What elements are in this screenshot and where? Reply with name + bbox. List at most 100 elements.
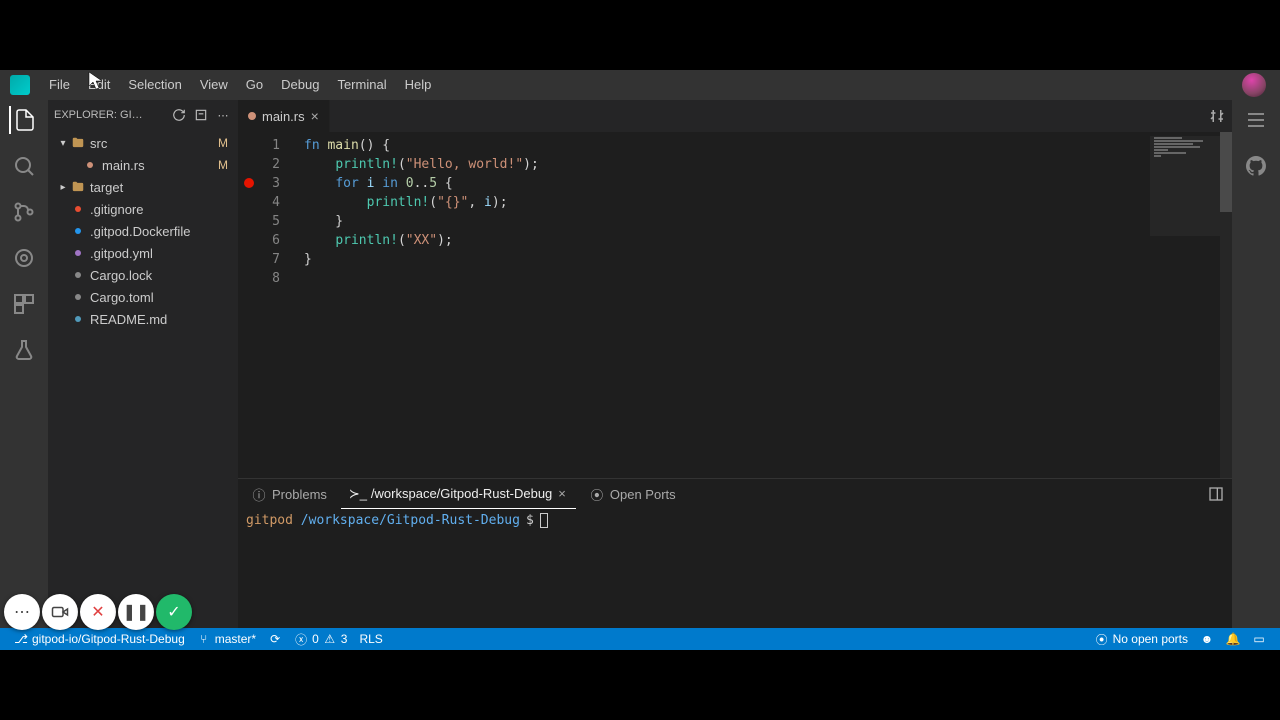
- tree-item-label: target: [90, 180, 238, 195]
- menu-go[interactable]: Go: [237, 70, 272, 100]
- minimap[interactable]: [1150, 136, 1220, 236]
- line-number[interactable]: 8: [238, 269, 298, 288]
- line-number[interactable]: 1: [238, 136, 298, 155]
- tab-terminal[interactable]: ≻_ /workspace/Gitpod-Rust-Debug ×: [341, 479, 576, 509]
- panel-tabs: ⓘ Problems ≻_ /workspace/Gitpod-Rust-Deb…: [238, 479, 1232, 509]
- close-icon[interactable]: ×: [558, 486, 566, 501]
- file-README-md[interactable]: README.md: [48, 308, 238, 330]
- tree-item-label: README.md: [90, 312, 238, 327]
- git-status-badge: M: [218, 158, 228, 172]
- code-line[interactable]: println!("Hello, world!");: [304, 155, 539, 174]
- rec-more-button[interactable]: ⋯: [4, 594, 40, 630]
- status-ports[interactable]: ⦿ No open ports: [1089, 632, 1194, 646]
- code-line[interactable]: println!("{}", i);: [304, 193, 539, 212]
- code-line[interactable]: println!("XX");: [304, 231, 539, 250]
- breakpoint-marker[interactable]: [244, 178, 254, 188]
- file-main-rs[interactable]: main.rsM: [48, 154, 238, 176]
- editor-gutter[interactable]: 12345678: [238, 132, 298, 478]
- refresh-icon[interactable]: [170, 106, 188, 124]
- file--gitpod-yml[interactable]: .gitpod.yml: [48, 242, 238, 264]
- extensions-icon[interactable]: [10, 290, 38, 318]
- file--gitpod-Dockerfile[interactable]: .gitpod.Dockerfile: [48, 220, 238, 242]
- code-line[interactable]: for i in 0..5 {: [304, 174, 539, 193]
- more-icon[interactable]: ⋯: [214, 106, 232, 124]
- menu-view[interactable]: View: [191, 70, 237, 100]
- status-lang[interactable]: RLS: [353, 632, 388, 646]
- terminal-user: gitpod: [246, 513, 293, 528]
- code-line[interactable]: }: [304, 250, 539, 269]
- tree-item-label: Cargo.lock: [90, 268, 238, 283]
- tree-item-label: .gitpod.Dockerfile: [90, 224, 238, 239]
- avatar[interactable]: [1242, 73, 1266, 97]
- folder-target[interactable]: ▸target: [48, 176, 238, 198]
- git-icon: [70, 201, 86, 217]
- folder-src[interactable]: ▾srcM: [48, 132, 238, 154]
- close-icon[interactable]: ×: [311, 108, 319, 124]
- folder-icon: [70, 135, 86, 151]
- feedback-icon: ☻: [1200, 632, 1214, 646]
- source-control-icon[interactable]: [10, 198, 38, 226]
- menu-debug[interactable]: Debug: [272, 70, 328, 100]
- panel-layout-icon[interactable]: [1204, 482, 1228, 506]
- rec-camera-button[interactable]: [42, 594, 78, 630]
- yaml-icon: [70, 245, 86, 261]
- code-line[interactable]: [304, 269, 539, 288]
- terminal-icon: ≻_: [351, 487, 365, 501]
- menu-terminal[interactable]: Terminal: [328, 70, 395, 100]
- github-icon[interactable]: [1242, 152, 1270, 180]
- terminal-body[interactable]: gitpod /workspace/Gitpod-Rust-Debug $: [238, 509, 1232, 628]
- line-number[interactable]: 7: [238, 250, 298, 269]
- activity-bar-right: [1232, 100, 1280, 628]
- statusbar: ⎇ gitpod-io/Gitpod-Rust-Debug ⑂ master* …: [0, 628, 1280, 650]
- md-icon: [70, 311, 86, 327]
- collapse-icon[interactable]: [192, 106, 210, 124]
- status-feedback[interactable]: ☻: [1194, 632, 1220, 646]
- code-line[interactable]: fn main() {: [304, 136, 539, 155]
- explorer-header: EXPLORER: GI… ⋯: [48, 100, 238, 130]
- file--gitignore[interactable]: .gitignore: [48, 198, 238, 220]
- docker-icon: [70, 223, 86, 239]
- line-number[interactable]: 4: [238, 193, 298, 212]
- line-number[interactable]: 5: [238, 212, 298, 231]
- editor-tab-label: main.rs: [262, 109, 305, 124]
- search-icon[interactable]: [10, 152, 38, 180]
- test-icon[interactable]: [10, 336, 38, 364]
- editor-tabbar: main.rs ×: [238, 100, 1232, 132]
- ports-icon: ⦿: [590, 487, 604, 501]
- line-number[interactable]: 6: [238, 231, 298, 250]
- compare-icon[interactable]: [1202, 100, 1232, 132]
- code-line[interactable]: }: [304, 212, 539, 231]
- explorer-icon[interactable]: [9, 106, 37, 134]
- recording-controls: ⋯ ✕ ❚❚ ✓: [4, 594, 192, 630]
- outline-icon[interactable]: [1242, 106, 1270, 134]
- tab-open-ports[interactable]: ⦿ Open Ports: [580, 479, 686, 509]
- status-errors[interactable]: ⓧ 0 ⚠ 3: [288, 632, 353, 646]
- debug-icon[interactable]: [10, 244, 38, 272]
- file-Cargo-lock[interactable]: Cargo.lock: [48, 264, 238, 286]
- editor-body[interactable]: 12345678 fn main() { println!("Hello, wo…: [238, 132, 1232, 478]
- status-sync[interactable]: ⟳: [262, 632, 288, 646]
- explorer-title: EXPLORER: GI…: [54, 109, 166, 121]
- file-Cargo-toml[interactable]: Cargo.toml: [48, 286, 238, 308]
- rec-pause-button[interactable]: ❚❚: [118, 594, 154, 630]
- status-branch[interactable]: ⑂ master*: [191, 632, 262, 646]
- tree-item-label: Cargo.toml: [90, 290, 238, 305]
- menu-file[interactable]: File: [40, 70, 79, 100]
- tab-problems[interactable]: ⓘ Problems: [242, 479, 337, 509]
- folder-icon: [70, 179, 86, 195]
- editor-code[interactable]: fn main() { println!("Hello, world!"); f…: [298, 132, 539, 478]
- rec-done-button[interactable]: ✓: [156, 594, 192, 630]
- scrollbar[interactable]: [1220, 132, 1232, 478]
- tree-item-label: src: [90, 136, 218, 151]
- menubar: File Edit Selection View Go Debug Termin…: [0, 70, 1280, 100]
- menu-selection[interactable]: Selection: [119, 70, 190, 100]
- editor-tab-main-rs[interactable]: main.rs ×: [238, 100, 330, 132]
- rec-cancel-button[interactable]: ✕: [80, 594, 116, 630]
- line-number[interactable]: 2: [238, 155, 298, 174]
- status-repo[interactable]: ⎇ gitpod-io/Gitpod-Rust-Debug: [8, 632, 191, 646]
- menu-help[interactable]: Help: [396, 70, 441, 100]
- status-layout[interactable]: ▭: [1246, 632, 1272, 646]
- rust-icon: [82, 157, 98, 173]
- status-bell[interactable]: 🔔: [1220, 632, 1246, 646]
- rust-file-icon: [248, 112, 256, 120]
